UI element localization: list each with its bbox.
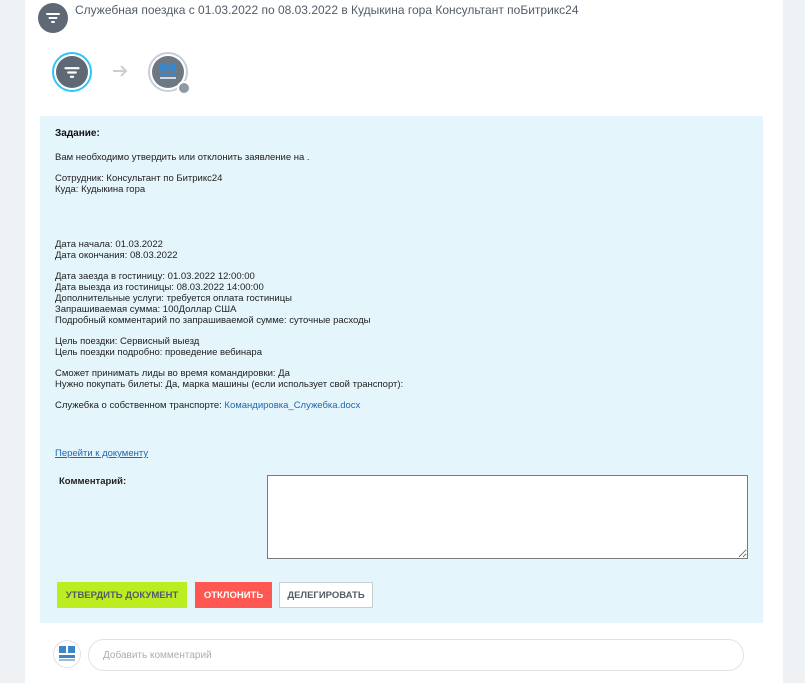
task-panel: Задание: Вам необходимо утвердить или от… xyxy=(40,116,763,623)
task-start-date: Дата начала: 01.03.2022 xyxy=(55,239,163,250)
task-memo: Служебка о собственном транспорте: Коман… xyxy=(55,400,745,411)
delegate-button[interactable]: Делегировать xyxy=(279,582,373,608)
comment-textarea[interactable] xyxy=(267,475,748,559)
clock-icon xyxy=(177,81,191,95)
task-purpose: Цель поездки: Сервисный выезд xyxy=(55,336,200,347)
task-extra-services: Дополнительные услуги: требуется оплата … xyxy=(55,293,292,304)
reject-button[interactable]: Отклонить xyxy=(195,582,272,608)
task-employee: Сотрудник: Консультант по Битрикс24 xyxy=(55,173,223,184)
memo-file-link[interactable]: Командировка_Служебка.docx xyxy=(224,400,360,411)
company-logo-icon xyxy=(160,64,176,79)
document-link[interactable]: Перейти к документу xyxy=(55,448,148,459)
comment-label: Комментарий: xyxy=(59,476,127,487)
task-amount-comment: Подробный комментарий по запрашиваемой с… xyxy=(55,315,371,326)
task-requested-amount: Запрашиваемая сумма: 100Доллар США xyxy=(55,304,237,315)
workflow-step-start[interactable] xyxy=(52,52,92,92)
task-card: Служебная поездка с 01.03.2022 по 08.03.… xyxy=(25,0,783,683)
company-logo-icon xyxy=(59,646,75,661)
avatar xyxy=(53,640,81,668)
page-title: Служебная поездка с 01.03.2022 по 08.03.… xyxy=(75,3,579,17)
task-checkin: Дата заезда в гостиницу: 01.03.2022 12:0… xyxy=(55,271,255,282)
task-intro: Вам необходимо утвердить или отклонить з… xyxy=(55,152,310,163)
filter-icon xyxy=(46,13,60,23)
task-end-date: Дата окончания: 08.03.2022 xyxy=(55,250,178,261)
header-avatar xyxy=(38,3,68,33)
task-title: Задание: xyxy=(55,128,100,139)
task-purpose-detail: Цель поездки подробно: проведение вебина… xyxy=(55,347,262,358)
task-leads: Сможет принимать лиды во время командиро… xyxy=(55,368,290,379)
task-tickets: Нужно покупать билеты: Да, марка машины … xyxy=(55,379,404,390)
task-memo-label: Служебка о собственном транспорте: xyxy=(55,400,225,411)
add-comment-input[interactable]: Добавить комментарий xyxy=(88,639,744,671)
workflow-step-approver[interactable] xyxy=(148,52,191,95)
arrow-right-icon xyxy=(113,65,128,77)
task-destination: Куда: Кудыкина гора xyxy=(55,184,146,195)
filter-icon xyxy=(64,66,80,78)
approve-button[interactable]: Утвердить документ xyxy=(57,582,187,608)
task-checkout: Дата выезда из гостиницы: 08.03.2022 14:… xyxy=(55,282,264,293)
workflow-steps xyxy=(52,51,192,95)
task-description: Вам необходимо утвердить или отклонить з… xyxy=(55,152,745,411)
